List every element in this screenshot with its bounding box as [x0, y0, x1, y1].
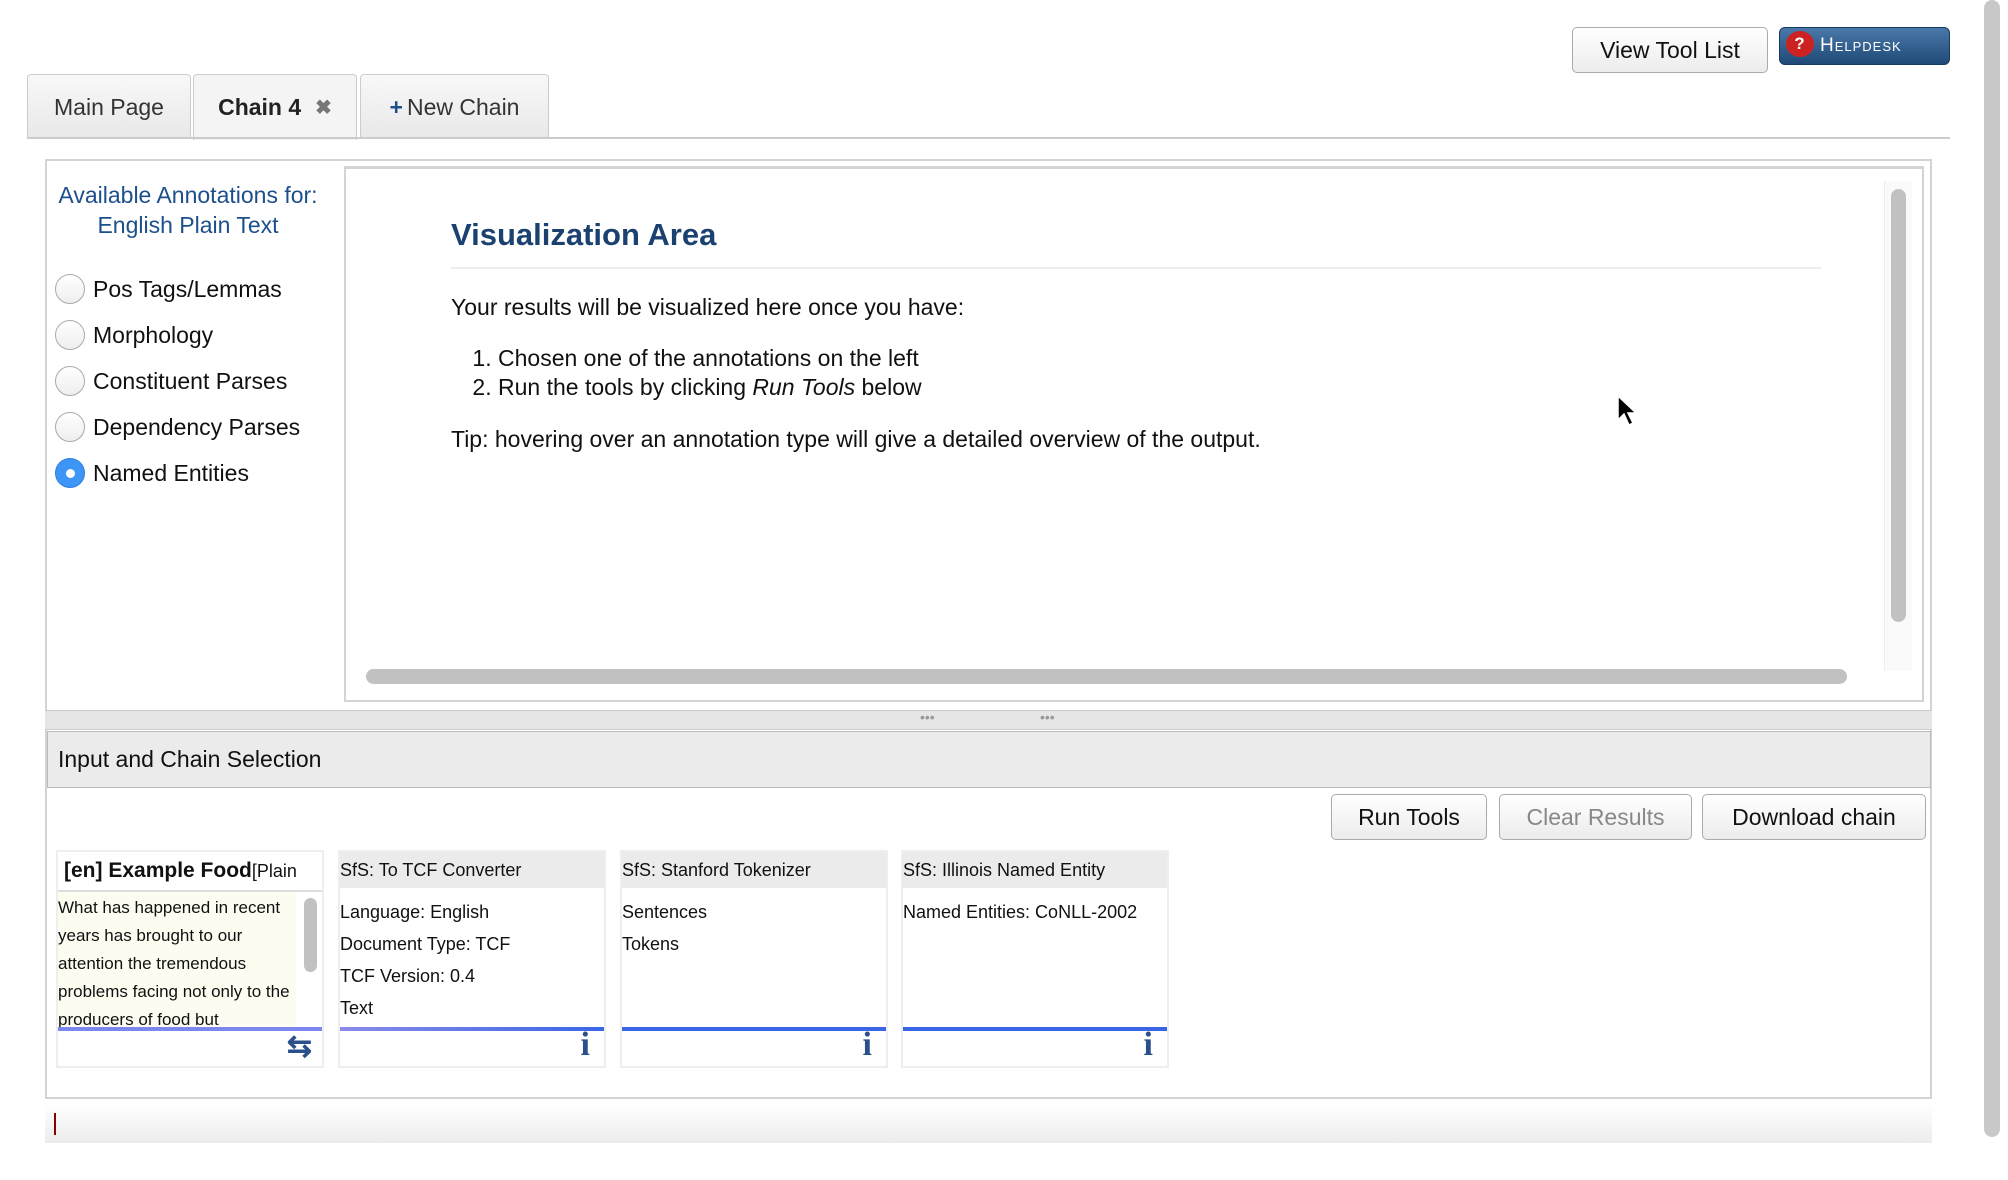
mouse-cursor-icon — [1617, 394, 1638, 427]
chain-section-header: Input and Chain Selection — [47, 731, 1931, 788]
tool-properties: Language: English Document Type: TCF TCF V… — [340, 888, 604, 1024]
view-tool-list-button[interactable]: View Tool List — [1572, 27, 1768, 73]
radio-icon[interactable] — [55, 458, 85, 488]
tool-name: SfS: Stanford Tokenizer — [622, 852, 886, 888]
info-icon[interactable]: i — [1144, 1026, 1153, 1064]
radio-label: Morphology — [93, 321, 214, 348]
radio-icon[interactable] — [55, 274, 85, 304]
input-title: [en] Example Food [Plain — [58, 852, 322, 892]
input-text[interactable]: What has happened in recent years has br… — [58, 892, 296, 1027]
tab-main-page[interactable]: Main Page — [27, 74, 191, 139]
helpdesk-button[interactable]: ? Helpdesk — [1779, 27, 1950, 65]
tool-property: Sentences — [622, 902, 708, 922]
text-cursor — [54, 1113, 56, 1135]
tool-card[interactable]: SfS: To TCF Converter Language: English Do… — [338, 850, 606, 1068]
info-icon[interactable]: i — [581, 1026, 590, 1064]
radio-option[interactable]: Dependency Parses — [55, 412, 300, 442]
tool-properties: Named Entities: CoNLL-2002 — [903, 888, 1167, 928]
tool-properties: Sentences Tokens — [622, 888, 886, 960]
clear-results-button[interactable]: Clear Results — [1499, 794, 1692, 840]
tab-divider — [27, 137, 1950, 139]
tool-property: Tokens — [622, 934, 680, 954]
steps-list: Chosen one of the annotations on the lef… — [498, 344, 922, 402]
tab-label: New Chain — [406, 93, 520, 120]
input-scrollbar[interactable] — [304, 898, 317, 972]
tool-name: SfS: Illinois Named Entity — [903, 852, 1167, 888]
radio-option[interactable]: Constituent Parses — [55, 366, 287, 396]
progress-bar — [903, 1027, 1167, 1031]
viz-intro: Your results will be visualized here onc… — [451, 294, 965, 320]
radio-label: Pos Tags/Lemmas — [93, 275, 282, 302]
viz-title: Visualization Area — [451, 217, 717, 252]
progress-bar — [58, 1027, 322, 1031]
swap-icon[interactable]: ⇆ — [287, 1029, 312, 1064]
progress-bar — [340, 1027, 604, 1031]
tool-card[interactable]: SfS: Stanford Tokenizer Sentences Tokens i — [620, 850, 888, 1068]
radio-icon[interactable] — [55, 412, 85, 442]
helpdesk-label: Helpdesk — [1820, 35, 1902, 56]
tool-property: Document Type: TCF — [340, 934, 511, 954]
radio-option[interactable]: Pos Tags/Lemmas — [55, 274, 282, 304]
plus-icon: + — [389, 93, 403, 120]
tool-property: Named Entities: CoNLL-2002 — [903, 902, 1138, 922]
tab-label: Chain 4 — [218, 94, 302, 120]
tab-new-chain[interactable]: + New Chain — [360, 74, 549, 139]
radio-option[interactable]: Named Entities — [55, 458, 249, 488]
annotations-title: Available Annotations for: English Plain … — [58, 182, 318, 238]
radio-icon[interactable] — [55, 320, 85, 350]
tool-property: Text — [340, 998, 374, 1018]
step-1: Chosen one of the annotations on the lef… — [498, 344, 922, 373]
radio-label: Named Entities — [93, 459, 249, 486]
tab-chain-4[interactable]: Chain 4 ✖ — [193, 74, 357, 140]
vertical-scrollbar[interactable] — [1891, 189, 1906, 622]
run-tools-button[interactable]: Run Tools — [1331, 794, 1487, 840]
panel-splitter[interactable]: ••• ••• — [45, 709, 1932, 730]
progress-bar — [622, 1027, 886, 1031]
tool-property: Language: English — [340, 902, 490, 922]
visualization-area: Visualization Area Your results will be … — [344, 166, 1924, 702]
page-scrollbar[interactable] — [1984, 0, 2000, 1137]
status-bar — [45, 1103, 1932, 1143]
input-card[interactable]: [en] Example Food [Plain What has happen… — [56, 850, 324, 1068]
radio-label: Dependency Parses — [93, 413, 301, 440]
step-2: Run the tools by clicking Run Tools belo… — [498, 373, 922, 402]
viz-tip: Tip: hovering over an annotation type wi… — [451, 426, 1261, 452]
tab-label: Main Page — [54, 93, 164, 120]
radio-icon[interactable] — [55, 366, 85, 396]
close-icon[interactable]: ✖ — [315, 95, 332, 120]
radio-label: Constituent Parses — [93, 367, 288, 394]
download-chain-button[interactable]: Download chain — [1702, 794, 1926, 840]
tool-name: SfS: To TCF Converter — [340, 852, 604, 888]
tool-property: TCF Version: 0.4 — [340, 966, 476, 986]
info-icon[interactable]: i — [863, 1026, 872, 1064]
radio-option[interactable]: Morphology — [55, 320, 213, 350]
tool-card[interactable]: SfS: Illinois Named Entity Named Entities… — [901, 850, 1169, 1068]
divider — [451, 267, 1821, 269]
help-icon: ? — [1786, 31, 1814, 57]
horizontal-scrollbar[interactable] — [366, 669, 1847, 684]
